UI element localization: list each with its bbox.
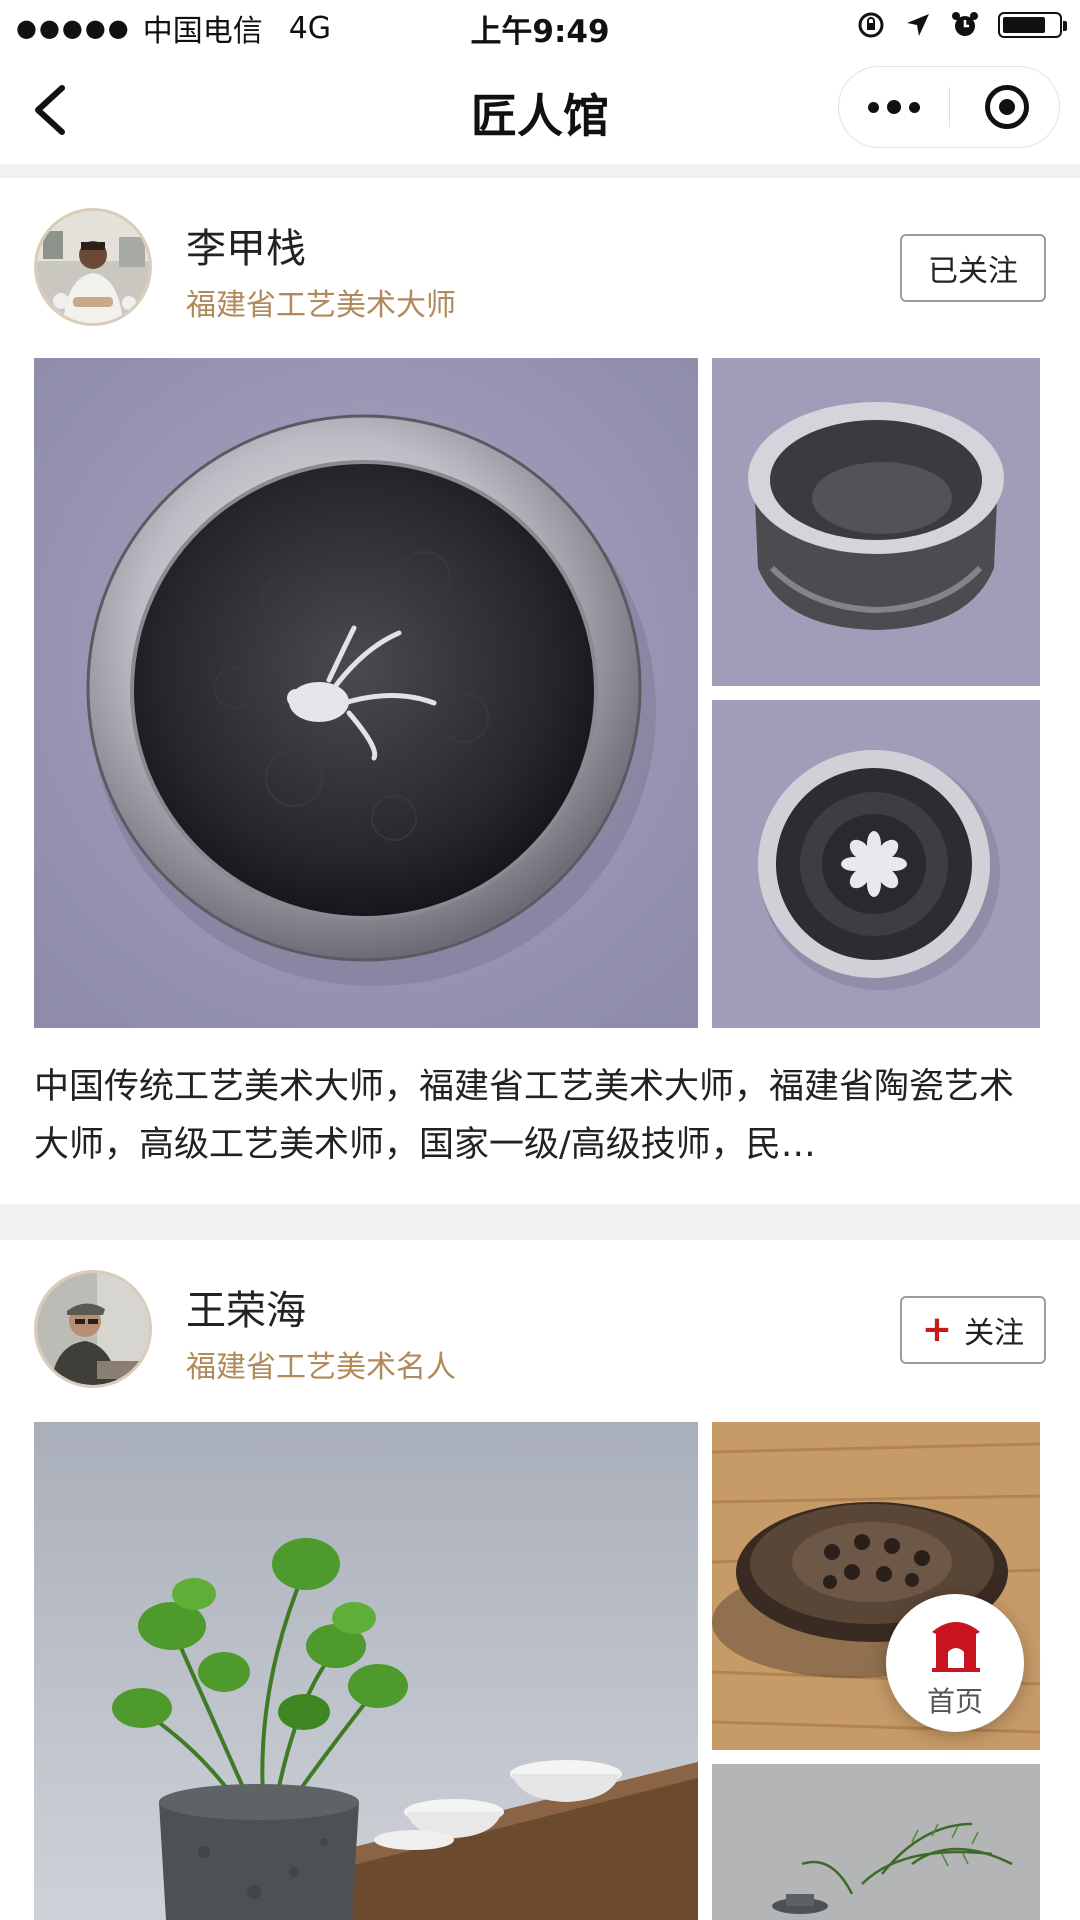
work-image-side-bottom[interactable] xyxy=(712,1764,1040,1920)
section-separator xyxy=(0,1204,1080,1240)
artisan-title: 福建省工艺美术名人 xyxy=(186,1350,456,1385)
follow-label: 关注 xyxy=(964,1316,1025,1351)
artisan-card[interactable]: 王荣海 福建省工艺美术名人 + 关注 xyxy=(0,1240,1080,1920)
artisan-card[interactable]: 李甲栈 福建省工艺美术大师 已关注 中国传统工艺美术大师，福建省工艺美术大师，福… xyxy=(0,178,1080,1204)
home-button[interactable]: 首页 xyxy=(886,1594,1024,1732)
follow-button[interactable]: + 关注 xyxy=(900,1296,1046,1364)
avatar[interactable] xyxy=(34,1270,152,1388)
status-bar: ●●●●● 中国电信 4G 上午9:49 xyxy=(0,0,1080,56)
battery-icon xyxy=(998,12,1067,38)
work-image-main[interactable] xyxy=(34,1422,698,1920)
work-image-main[interactable] xyxy=(34,358,698,1028)
follow-label: 已关注 xyxy=(928,254,1018,289)
artisan-name: 王荣海 xyxy=(186,1288,306,1334)
artisan-description: 中国传统工艺美术大师，福建省工艺美术大师，福建省陶瓷艺术大师，高级工艺美术师，国… xyxy=(34,1067,1015,1165)
nav-bar: 匠人馆 xyxy=(0,56,1080,164)
more-options-button[interactable] xyxy=(839,67,949,147)
following-button[interactable]: 已关注 xyxy=(900,234,1046,302)
avatar[interactable] xyxy=(34,208,152,326)
location-icon xyxy=(907,14,929,36)
home-label: 首页 xyxy=(926,1685,983,1718)
close-miniprogram-button[interactable] xyxy=(985,85,1029,129)
artisan-title: 福建省工艺美术大师 xyxy=(186,288,456,323)
section-separator xyxy=(0,164,1080,178)
plus-icon: + xyxy=(921,1309,953,1350)
orientation-lock-icon xyxy=(858,12,884,38)
alarm-icon xyxy=(952,12,978,36)
artisan-name: 李甲栈 xyxy=(186,226,306,272)
home-icon xyxy=(932,1622,980,1672)
miniprogram-capsule xyxy=(838,66,1060,148)
capsule-divider xyxy=(949,87,950,127)
work-image-side-bottom[interactable] xyxy=(712,700,1040,1028)
work-image-side-top[interactable] xyxy=(712,358,1040,686)
